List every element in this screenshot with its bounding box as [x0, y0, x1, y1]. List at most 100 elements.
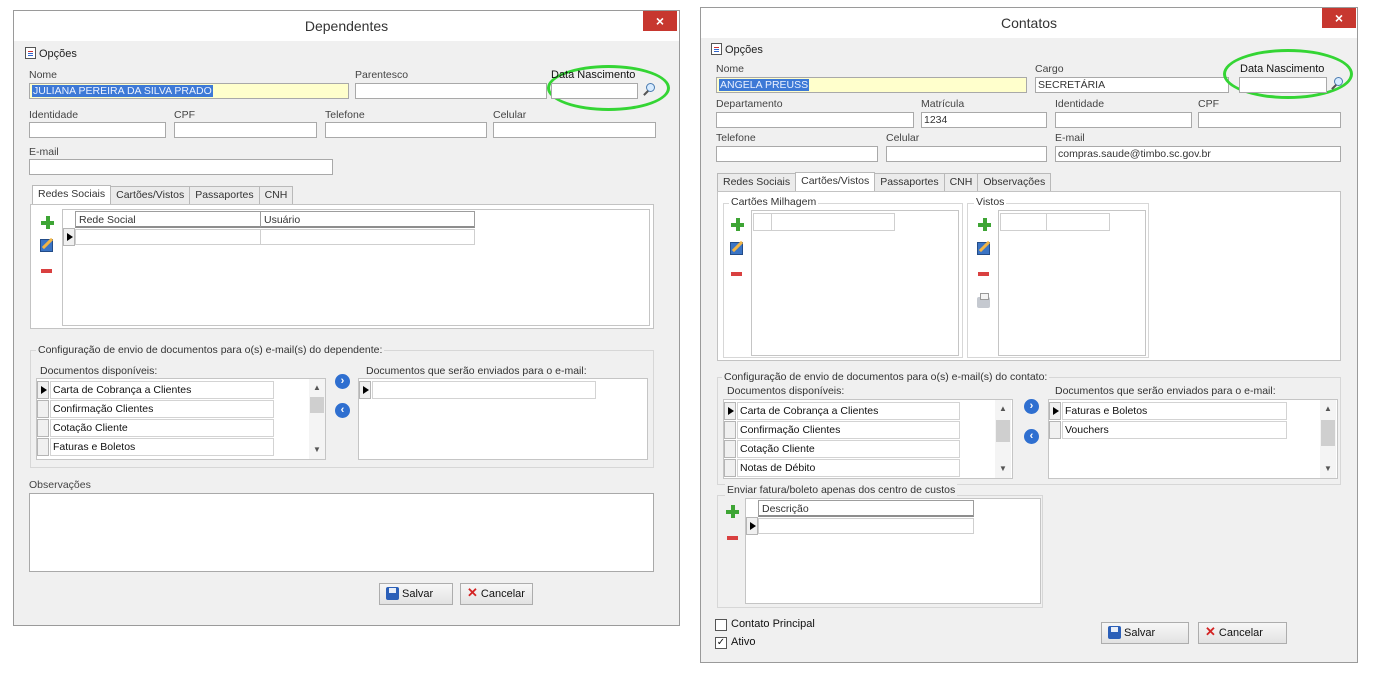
scroll-up-icon[interactable]: ▲: [995, 402, 1011, 416]
save-icon: [1108, 626, 1121, 639]
tab-passaportes[interactable]: Passaportes: [874, 173, 945, 191]
close-button[interactable]: ×: [1322, 8, 1356, 28]
salvar-button[interactable]: Salvar: [379, 583, 453, 605]
dependentes-tabs: Redes Sociais Cartões/Vistos Passaportes CN…: [32, 184, 294, 205]
options-icon: [711, 43, 722, 55]
vistos-grid: [998, 210, 1146, 356]
scroll-thumb[interactable]: [1321, 420, 1335, 446]
scrollbar[interactable]: ▲ ▼: [1320, 400, 1336, 478]
scroll-down-icon[interactable]: ▼: [1320, 462, 1336, 476]
enviados-title: Documentos que serão enviados para o e-m…: [364, 365, 589, 377]
telefone-field[interactable]: [716, 146, 878, 162]
scroll-up-icon[interactable]: ▲: [309, 381, 325, 395]
edit-icon[interactable]: [40, 239, 53, 252]
tab-redes-sociais[interactable]: Redes Sociais: [32, 185, 112, 205]
descricao-header[interactable]: Descrição: [758, 500, 974, 517]
cancelar-button[interactable]: ✕ Cancelar: [460, 583, 533, 605]
cargo-field[interactable]: SECRETÁRIA: [1035, 77, 1229, 93]
cpf-field[interactable]: [174, 122, 317, 138]
print-icon[interactable]: [977, 293, 990, 308]
grid-cell[interactable]: [75, 229, 261, 245]
edit-icon[interactable]: [730, 242, 743, 255]
list-item-label: Faturas e Boletos: [1062, 402, 1287, 420]
scrollbar[interactable]: ▲ ▼: [309, 379, 325, 459]
parentesco-field[interactable]: [355, 83, 547, 99]
observacoes-field[interactable]: [29, 493, 654, 572]
contatos-tabs: Redes Sociais Cartões/Vistos Passaportes CN…: [717, 171, 1052, 192]
ativo-checkbox[interactable]: ✓: [715, 637, 727, 649]
scroll-down-icon[interactable]: ▼: [309, 443, 325, 457]
edit-icon[interactable]: [977, 242, 990, 255]
departamento-field[interactable]: [716, 112, 914, 128]
nome-field[interactable]: JULIANA PEREIRA DA SILVA PRADO: [29, 83, 349, 99]
celular-field[interactable]: [886, 146, 1047, 162]
options-menu[interactable]: Opções: [25, 47, 77, 60]
scroll-down-icon[interactable]: ▼: [995, 462, 1011, 476]
tab-cnh[interactable]: CNH: [943, 173, 979, 191]
scroll-thumb[interactable]: [996, 420, 1010, 442]
tab-cartoes-vistos[interactable]: Cartões/Vistos: [110, 186, 191, 204]
matricula-field[interactable]: 1234: [921, 112, 1047, 128]
tab-passaportes[interactable]: Passaportes: [189, 186, 260, 204]
remove-icon[interactable]: [731, 272, 742, 276]
data-nascimento-field[interactable]: [1239, 77, 1327, 93]
email-field[interactable]: compras.saude@timbo.sc.gov.br: [1055, 146, 1341, 162]
cancelar-button[interactable]: ✕ Cancelar: [1198, 622, 1287, 644]
move-left-icon[interactable]: ‹: [1024, 429, 1039, 444]
telefone-field[interactable]: [325, 122, 487, 138]
email-label: E-mail: [1055, 132, 1085, 144]
salvar-button[interactable]: Salvar: [1101, 622, 1189, 644]
cartoes-grid: [751, 210, 959, 356]
contatos-titlebar: Contatos ×: [701, 8, 1357, 38]
usuario-header[interactable]: Usuário: [260, 211, 475, 228]
add-icon[interactable]: [726, 505, 739, 518]
row-indicator: [724, 459, 736, 477]
identidade-field[interactable]: [1055, 112, 1192, 128]
search-icon[interactable]: [1330, 77, 1344, 91]
move-left-icon[interactable]: ‹: [335, 403, 350, 418]
move-right-icon[interactable]: ›: [335, 374, 350, 389]
grid-cell[interactable]: [260, 229, 475, 245]
cpf-field[interactable]: [1198, 112, 1341, 128]
close-button[interactable]: ×: [643, 11, 677, 31]
remove-icon[interactable]: [727, 536, 738, 540]
nome-label: Nome: [716, 63, 745, 75]
grid-cell[interactable]: [771, 213, 895, 231]
add-icon[interactable]: [978, 218, 991, 231]
options-menu[interactable]: Opções: [711, 43, 763, 56]
scroll-thumb[interactable]: [310, 397, 324, 413]
ativo-label: Ativo: [731, 636, 756, 648]
move-right-icon[interactable]: ›: [1024, 399, 1039, 414]
nome-field[interactable]: ANGELA PREUSS: [716, 77, 1027, 93]
salvar-label: Salvar: [1124, 627, 1156, 639]
add-icon[interactable]: [731, 218, 744, 231]
parentesco-label: Parentesco: [355, 69, 409, 81]
tab-redes-sociais[interactable]: Redes Sociais: [717, 173, 797, 191]
row-indicator: [37, 381, 49, 399]
grid-cell[interactable]: [1046, 213, 1110, 231]
config-title: Configuração de envio de documentos para…: [722, 371, 1050, 383]
rede-social-header[interactable]: Rede Social: [75, 211, 261, 228]
tab-cartoes-vistos[interactable]: Cartões/Vistos: [795, 172, 876, 192]
celular-field[interactable]: [493, 122, 656, 138]
remove-icon[interactable]: [41, 269, 52, 273]
add-icon[interactable]: [41, 216, 54, 229]
remove-icon[interactable]: [978, 272, 989, 276]
email-field[interactable]: [29, 159, 333, 175]
grid-cell[interactable]: [1000, 213, 1047, 231]
grid-cell[interactable]: [758, 518, 974, 534]
contato-principal-checkbox[interactable]: [715, 619, 727, 631]
identidade-field[interactable]: [29, 122, 166, 138]
data-nascimento-field[interactable]: [551, 83, 638, 99]
data-nascimento-label: Data Nascimento: [551, 69, 636, 81]
enviados-list: [358, 378, 648, 460]
scroll-up-icon[interactable]: ▲: [1320, 402, 1336, 416]
search-icon[interactable]: [642, 83, 656, 97]
list-item-label: Cotação Cliente: [737, 440, 960, 458]
disponiveis-title: Documentos disponíveis:: [725, 385, 847, 397]
tab-observacoes[interactable]: Observações: [977, 173, 1052, 191]
grid-cell[interactable]: [753, 213, 772, 231]
scrollbar[interactable]: ▲ ▼: [995, 400, 1011, 478]
tab-cnh[interactable]: CNH: [258, 186, 294, 204]
config-title: Configuração de envio de documentos para…: [36, 344, 385, 356]
